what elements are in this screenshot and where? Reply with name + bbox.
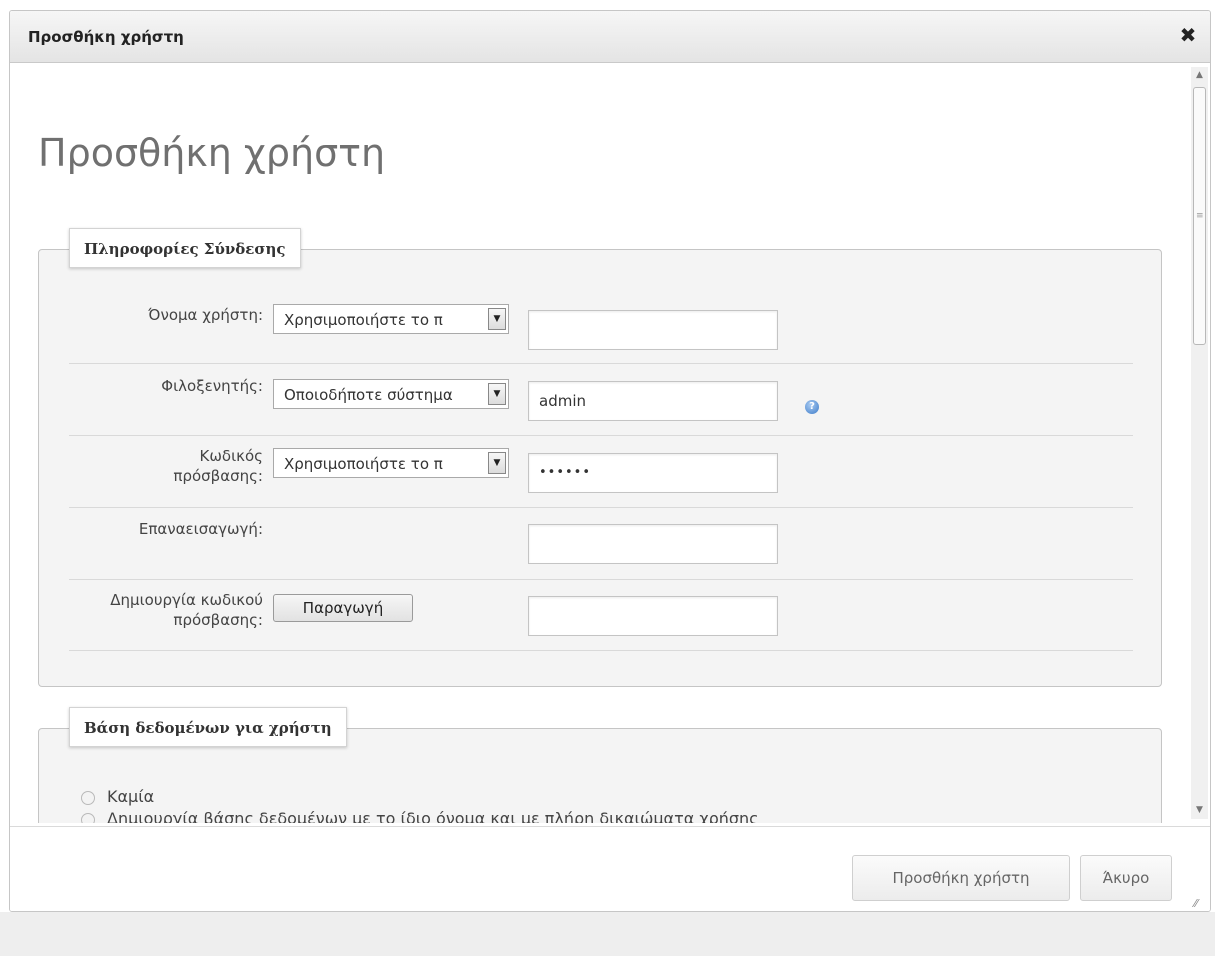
username-select[interactable]: Χρησιμοποιήστε το π ▼ bbox=[273, 304, 509, 334]
radio-none[interactable] bbox=[81, 791, 95, 805]
password-select[interactable]: Χρησιμοποιήστε το π ▼ bbox=[273, 448, 509, 478]
username-label: Όνομα χρήστη: bbox=[148, 306, 263, 324]
add-user-button[interactable]: Προσθήκη χρήστη bbox=[852, 855, 1070, 901]
password-select-value: Χρησιμοποιήστε το π bbox=[284, 455, 443, 473]
scroll-down-icon[interactable]: ▼ bbox=[1191, 802, 1208, 819]
scrollbar-thumb[interactable]: ≡ bbox=[1193, 87, 1206, 345]
cancel-button[interactable]: Άκυρο bbox=[1080, 855, 1172, 901]
radio-create-db-label[interactable]: Δημιουργία βάσης δεδομένων με το ίδιο όν… bbox=[107, 809, 759, 823]
generate-button[interactable]: Παραγωγή bbox=[273, 594, 413, 622]
background-strip bbox=[0, 912, 1215, 956]
password-input[interactable]: •••••• bbox=[528, 453, 778, 493]
row-divider bbox=[69, 507, 1133, 508]
host-input[interactable]: admin bbox=[528, 381, 778, 421]
resize-grip-icon[interactable]: ⁄⁄ bbox=[1194, 898, 1206, 910]
scroll-up-icon[interactable]: ▲ bbox=[1191, 67, 1208, 84]
username-select-value: Χρησιμοποιήστε το π bbox=[284, 311, 443, 329]
vertical-scrollbar[interactable]: ▲ ≡ ▼ bbox=[1191, 67, 1208, 819]
chevron-down-icon[interactable]: ▼ bbox=[488, 383, 506, 405]
host-select-value: Οποιοδήποτε σύστημα bbox=[284, 386, 453, 404]
database-fieldset: Βάση δεδομένων για χρήστη Καμία Δημιουργ… bbox=[38, 707, 1162, 823]
dialog-title: Προσθήκη χρήστη bbox=[28, 28, 184, 46]
generate-label-line1: Δημιουργία κωδικού bbox=[110, 591, 263, 609]
dialog-content: Προσθήκη χρήστη Όνομα χρήστη: Χρησιμοποι… bbox=[10, 63, 1183, 823]
row-divider bbox=[69, 435, 1133, 436]
chevron-down-icon[interactable]: ▼ bbox=[488, 308, 506, 330]
host-select[interactable]: Οποιοδήποτε σύστημα ▼ bbox=[273, 379, 509, 409]
username-input[interactable] bbox=[528, 310, 778, 350]
row-divider bbox=[69, 363, 1133, 364]
database-legend: Βάση δεδομένων για χρήστη bbox=[69, 707, 347, 747]
password-label: Κωδικός πρόσβασης: bbox=[59, 446, 263, 486]
host-label: Φιλοξενητής: bbox=[161, 377, 263, 395]
retype-label: Επαναεισαγωγή: bbox=[138, 520, 263, 538]
page-title: Προσθήκη χρήστη bbox=[38, 131, 386, 175]
login-info-legend: Πληροφορίες Σύνδεσης bbox=[69, 228, 301, 268]
generate-label-line2: πρόσβασης: bbox=[173, 611, 263, 629]
generate-password-label: Δημιουργία κωδικού πρόσβασης: bbox=[39, 590, 263, 630]
row-divider bbox=[69, 579, 1133, 580]
radio-create-db[interactable] bbox=[81, 813, 95, 823]
radio-none-label[interactable]: Καμία bbox=[107, 787, 154, 806]
retype-input[interactable] bbox=[528, 524, 778, 564]
generated-password-input[interactable] bbox=[528, 596, 778, 636]
dialog-titlebar[interactable]: Προσθήκη χρήστη ✖ bbox=[10, 11, 1210, 63]
password-label-line2: πρόσβασης: bbox=[173, 467, 263, 485]
close-icon[interactable]: ✖ bbox=[1178, 24, 1198, 46]
login-info-fieldset: Όνομα χρήστη: Χρησιμοποιήστε το π ▼ Φιλο… bbox=[38, 228, 1162, 687]
grip-icon: ≡ bbox=[1196, 211, 1204, 221]
dialog-footer: Προσθήκη χρήστη Άκυρο ⁄⁄ bbox=[10, 826, 1210, 911]
chevron-down-icon[interactable]: ▼ bbox=[488, 452, 506, 474]
row-divider bbox=[69, 650, 1133, 651]
help-icon[interactable]: ? bbox=[805, 400, 819, 414]
add-user-dialog: Προσθήκη χρήστη ✖ Προσθήκη χρήστη Όνομα … bbox=[9, 10, 1211, 912]
password-label-line1: Κωδικός bbox=[199, 447, 263, 465]
